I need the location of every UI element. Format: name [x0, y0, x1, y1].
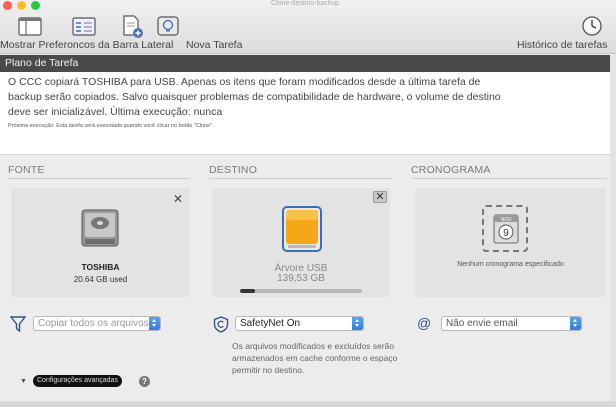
plan-description: O CCC copiará TOSHIBA para USB. Apenas o…: [8, 76, 501, 118]
safetynet-shield-icon: [213, 316, 229, 333]
calendar-month: NOV: [501, 217, 513, 223]
email-select-arrow-icon[interactable]: [570, 317, 581, 330]
destination-usage-fill: [240, 289, 255, 293]
window-title: Clone-destino-backup: [270, 0, 340, 7]
plan-header: Plano de Tarefa: [0, 55, 610, 72]
destination-usage-bar: [240, 289, 362, 293]
calendar-icon: NOV 9: [493, 214, 519, 244]
destination-section-title: DESTINO: [209, 164, 258, 176]
new-document-icon: [123, 15, 143, 38]
close-window-button[interactable]: [3, 1, 12, 10]
help-button[interactable]: [155, 15, 181, 39]
source-disk-name: TOSHIBA: [81, 262, 120, 272]
safetynet-select-value: SafetyNet On: [240, 318, 301, 329]
clear-destination-button[interactable]: ✕: [373, 191, 387, 203]
preferences-icon: [72, 17, 96, 36]
preferences-button[interactable]: [71, 15, 97, 39]
new-task-button[interactable]: [121, 15, 147, 39]
advanced-disclosure-triangle-icon[interactable]: ▼: [20, 378, 27, 385]
safetynet-select-arrow-icon[interactable]: [352, 317, 363, 330]
email-select[interactable]: Não envie email: [441, 316, 582, 331]
source-section-title: FONTE: [8, 164, 45, 176]
sidebar-icon: [18, 17, 42, 36]
sidebar-toggle-button[interactable]: [17, 15, 43, 39]
email-at-icon: @: [417, 315, 432, 331]
filter-select[interactable]: Copiar todos os arquivos: [33, 316, 161, 331]
task-history-button[interactable]: [580, 15, 606, 39]
destination-divider: [209, 178, 392, 179]
filter-icon: [10, 316, 26, 332]
bottom-status-strip: [0, 401, 616, 407]
source-disk-size: 20.64 GB used: [73, 275, 128, 284]
usb-drive-icon: [282, 206, 322, 252]
schedule-divider: [411, 178, 607, 179]
source-panel[interactable]: ✕ TOSHIBA 20.64 GB used: [11, 188, 190, 297]
destination-panel[interactable]: ✕ Árvore USB 139,53 GB: [212, 188, 390, 297]
lightbulb-icon: [157, 16, 179, 36]
safetynet-select[interactable]: SafetyNet On: [235, 316, 364, 331]
title-bar: Clone-destino-backup Mostrar Preferoncos…: [0, 0, 616, 54]
clear-source-button[interactable]: ✕: [173, 193, 183, 205]
minimize-window-button[interactable]: [17, 1, 26, 10]
destination-disk-size: 139,53 GB: [277, 273, 325, 284]
task-history-label: Histórico de tarefas: [517, 39, 608, 51]
schedule-panel[interactable]: NOV 9 Nenhum cronograma especificado: [415, 188, 606, 297]
new-task-label: Nova Tarefa: [186, 39, 243, 51]
advanced-help-button[interactable]: ?: [139, 376, 150, 387]
ccc-window: Clone-destino-backup Mostrar Preferoncos…: [0, 0, 616, 407]
calendar-day: 9: [503, 228, 509, 239]
source-divider: [8, 178, 190, 179]
schedule-dropzone[interactable]: NOV 9: [482, 205, 528, 252]
safetynet-description: Os arquivos modificados e excluídos serã…: [232, 341, 398, 375]
filter-select-arrow-icon[interactable]: [149, 317, 160, 330]
plan-panel: O CCC copiará TOSHIBA para USB. Apenas o…: [0, 72, 610, 155]
advanced-settings-button[interactable]: Configurações avançadas: [33, 375, 122, 387]
sidebar-preferences-label: Mostrar Preferoncos da Barra Lateral: [0, 39, 174, 51]
vertical-scrollbar[interactable]: [610, 55, 616, 407]
filter-select-value: Copiar todos os arquivos: [38, 318, 149, 329]
zoom-window-button[interactable]: [31, 1, 40, 10]
next-run-note: Próxima execução: Esta tarefa será execu…: [8, 123, 214, 129]
hard-drive-icon: [81, 209, 119, 247]
schedule-empty-text: Nenhum cronograma especificado: [457, 261, 564, 268]
clock-icon: [582, 16, 602, 36]
schedule-section-title: CRONOGRAMA: [411, 164, 491, 176]
email-select-value: Não envie email: [446, 318, 518, 329]
